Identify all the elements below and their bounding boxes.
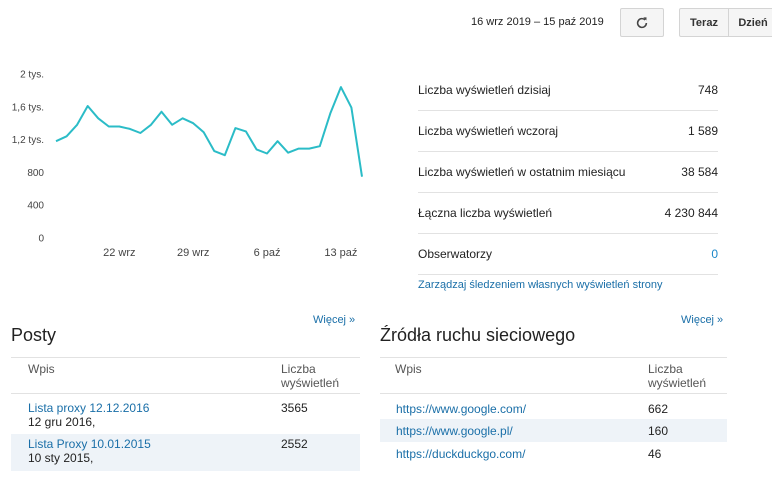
col-entry: Wpis [28,362,55,376]
col-entry: Wpis [395,362,422,376]
stat-value: 1 589 [687,124,718,138]
y-tick-label: 1,6 tys. [12,102,44,113]
source-views: 46 [648,446,662,461]
post-cell: Lista proxy 12.12.2016 12 gru 2016, [11,401,281,434]
stat-row-today: Liczba wyświetleń dzisiaj 748 [418,70,718,111]
stat-label: Łączna liczba wyświetleń [418,206,553,220]
x-tick-label: 6 paź [254,247,281,259]
refresh-icon [636,16,648,28]
source-views: 160 [648,423,669,438]
col-views-line2: wyświetleń [281,376,340,390]
stat-row-yesterday: Liczba wyświetleń wczoraj 1 589 [418,111,718,152]
post-views: 2552 [281,437,308,451]
posts-more-link[interactable]: Więcej » [313,314,355,326]
table-row: https://www.google.com/ 662 [380,398,727,419]
col-views-line1: Liczba [281,362,316,376]
now-button[interactable]: Teraz [679,8,729,37]
posts-table: Wpis Liczba wyświetleń Lista proxy 12.12… [11,357,360,471]
stat-row-month: Liczba wyświetleń w ostatnim miesiącu 38… [418,152,718,193]
table-row: Lista Proxy 10.01.2015 10 sty 2015, 2552 [11,434,360,471]
col-views-line1: Liczba [648,362,683,376]
stat-label: Obserwatorzy [418,247,493,261]
followers-count-link[interactable]: 0 [711,247,718,261]
posts-title: Posty [11,325,57,345]
sources-title: Źródła ruchu sieciowego [380,325,576,345]
post-date: 12 gru 2016, [28,415,96,429]
stats-panel: Liczba wyświetleń dzisiaj 748 Liczba wyś… [418,70,718,275]
y-tick-label: 800 [27,168,44,179]
stat-row-followers: Obserwatorzy 0 [418,234,718,275]
sources-more-link[interactable]: Więcej » [681,314,723,326]
y-tick-label: 2 tys. [20,70,44,81]
post-title-link[interactable]: Lista Proxy 10.01.2015 [28,437,281,451]
table-row: https://duckduckgo.com/ 46 [380,442,727,465]
col-views-line2: wyświetleń [648,376,707,390]
x-tick-label: 29 wrz [177,247,209,259]
stat-value: 748 [697,83,718,97]
x-tick-label: 22 wrz [103,247,135,259]
posts-table-header: Wpis Liczba wyświetleń [11,357,360,394]
y-tick-label: 1,2 tys. [12,135,44,146]
sources-table-header: Wpis Liczba wyświetleń [380,357,727,394]
source-url-link[interactable]: https://www.google.com/ [380,402,648,416]
stat-label: Liczba wyświetleń wczoraj [418,124,559,138]
views-chart: 2 tys. 1,6 tys. 1,2 tys. 800 400 0 22 wrz 29 w… [12,70,363,259]
col-views: Liczba wyświetleń [281,362,339,393]
stat-row-total: Łączna liczba wyświetleń 4 230 844 [418,193,718,234]
table-row: https://www.google.pl/ 160 [380,419,727,442]
stat-value: 4 230 844 [664,206,718,220]
stat-label: Liczba wyświetleń w ostatnim miesiącu [418,165,626,179]
stat-value: 38 584 [681,165,718,179]
table-row: Lista proxy 12.12.2016 12 gru 2016, 3565 [11,399,360,434]
col-views: Liczba wyświetleń [648,362,706,393]
refresh-button[interactable] [620,8,664,37]
post-cell: Lista Proxy 10.01.2015 10 sty 2015, [11,437,281,471]
post-views: 3565 [281,401,308,415]
date-range: 16 wrz 2019 – 15 paź 2019 [471,16,604,28]
source-url-link[interactable]: https://www.google.pl/ [380,424,648,438]
sources-table: Wpis Liczba wyświetleń https://www.googl… [380,357,727,465]
post-title-link[interactable]: Lista proxy 12.12.2016 [28,401,281,415]
y-tick-label: 0 [38,234,44,245]
source-views: 662 [648,401,669,416]
source-url-link[interactable]: https://duckduckgo.com/ [380,447,648,461]
stat-label: Liczba wyświetleń dzisiaj [418,83,551,97]
manage-tracking-link[interactable]: Zarządzaj śledzeniem własnych wyświetleń… [418,279,663,291]
day-button[interactable]: Dzień [728,8,772,37]
x-tick-label: 13 paź [324,247,357,259]
views-series-line [55,86,363,177]
y-tick-label: 400 [27,201,44,212]
post-date: 10 sty 2015, [28,451,94,465]
